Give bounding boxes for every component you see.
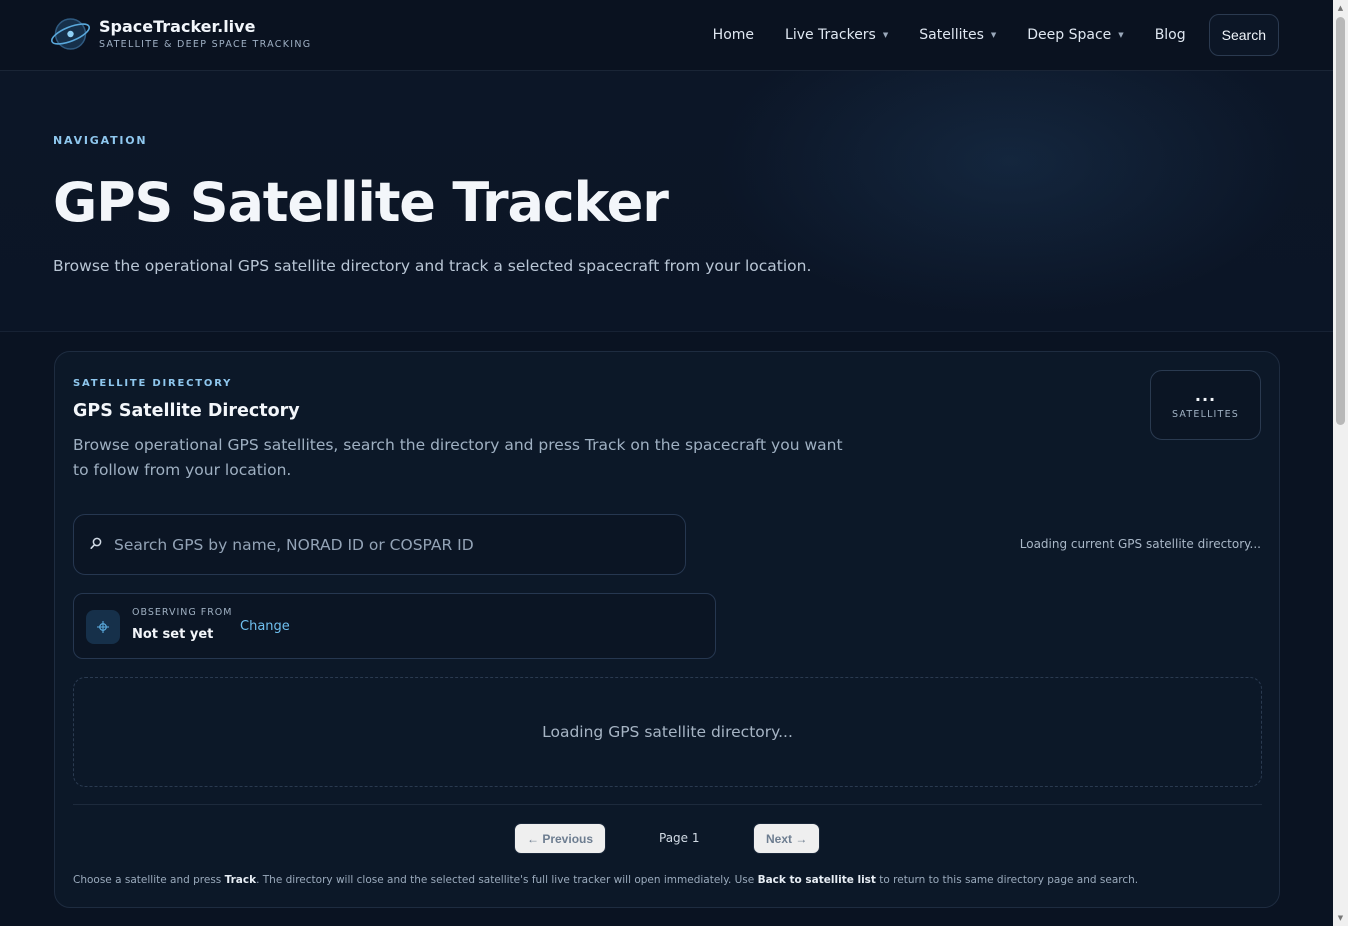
satellite-count-value: ... (1194, 386, 1217, 405)
previous-page-button[interactable]: ← Previous (514, 823, 607, 854)
change-location-link[interactable]: Change (240, 619, 290, 634)
brand[interactable]: SpaceTracker.live SATELLITE & DEEP SPACE… (49, 15, 311, 53)
caret-down-icon: ▼ (882, 31, 889, 39)
nav-deep-space-label: Deep Space (1027, 27, 1112, 43)
satellite-count-badge: ... SATELLITES (1150, 370, 1261, 440)
help-text-track: Track (224, 874, 257, 886)
nav-home[interactable]: Home (713, 27, 754, 43)
page: SpaceTracker.live SATELLITE & DEEP SPACE… (0, 0, 1333, 926)
search-input[interactable] (114, 515, 674, 574)
orbit-logo-icon (49, 15, 92, 53)
scroll-up-icon[interactable]: ▲ (1333, 1, 1348, 15)
brand-tagline: SATELLITE & DEEP SPACE TRACKING (99, 39, 312, 50)
brand-text: SpaceTracker.live SATELLITE & DEEP SPACE… (99, 16, 311, 52)
directory-status: Loading current GPS satellite directory.… (1019, 537, 1261, 551)
site-header: SpaceTracker.live SATELLITE & DEEP SPACE… (0, 0, 1333, 71)
caret-down-icon: ▼ (990, 31, 997, 39)
help-text-part2: . The directory will close and the selec… (256, 874, 758, 886)
help-text-part3: to return to this same directory page an… (875, 874, 1139, 886)
next-page-button[interactable]: Next → (753, 823, 821, 854)
scroll-down-icon[interactable]: ▼ (1333, 911, 1348, 925)
directory-kicker: SATELLITE DIRECTORY (73, 378, 233, 389)
directory-description: Browse operational GPS satellites, searc… (73, 436, 843, 479)
page-subtitle: Browse the operational GPS satellite dir… (53, 257, 812, 275)
help-text: Choose a satellite and press Track. The … (73, 874, 1138, 886)
observer-location-panel: OBSERVING FROM Not set yet Change (73, 593, 716, 659)
help-text-part1: Choose a satellite and press (73, 874, 225, 886)
directory-results: Loading GPS satellite directory... (73, 677, 1262, 787)
nav-satellites[interactable]: Satellites ▼ (919, 27, 996, 43)
nav-home-label: Home (712, 27, 755, 43)
observer-label: OBSERVING FROM (132, 607, 233, 618)
divider (73, 804, 1262, 805)
search-icon (89, 536, 103, 552)
scrollbar-thumb[interactable] (1336, 17, 1345, 425)
loading-message: Loading GPS satellite directory... (542, 723, 793, 741)
page-scrollbar[interactable]: ▲ ▼ (1333, 0, 1348, 926)
brand-name: SpaceTracker.live (99, 17, 256, 36)
pagination: ← Previous Page 1 Next → (55, 823, 1279, 854)
nav-deep-space[interactable]: Deep Space ▼ (1027, 27, 1123, 43)
main-nav: Home Live Trackers ▼ Satellites ▼ Deep Spa… (682, 14, 1279, 56)
page-indicator: Page 1 (659, 831, 700, 845)
hero-kicker: NAVIGATION (53, 134, 148, 147)
nav-blog-label: Blog (1154, 27, 1186, 43)
nav-blog[interactable]: Blog (1155, 27, 1186, 43)
nav-live-trackers-label: Live Trackers (785, 27, 876, 43)
search-button[interactable]: Search (1208, 14, 1279, 56)
satellite-directory-card: SATELLITE DIRECTORY GPS Satellite Direct… (54, 351, 1280, 908)
directory-title: GPS Satellite Directory (73, 401, 300, 421)
caret-down-icon: ▼ (1118, 31, 1124, 39)
hero-section: NAVIGATION GPS Satellite Tracker Browse … (0, 71, 1333, 332)
satellite-count-label: SATELLITES (1172, 409, 1239, 420)
help-text-back: Back to satellite list (757, 874, 876, 886)
crosshair-icon (86, 610, 120, 644)
search-box (73, 514, 686, 575)
nav-satellites-label: Satellites (919, 27, 984, 43)
page-title: GPS Satellite Tracker (53, 171, 669, 234)
observer-value: Not set yet (132, 627, 214, 642)
nav-live-trackers[interactable]: Live Trackers ▼ (785, 27, 888, 43)
